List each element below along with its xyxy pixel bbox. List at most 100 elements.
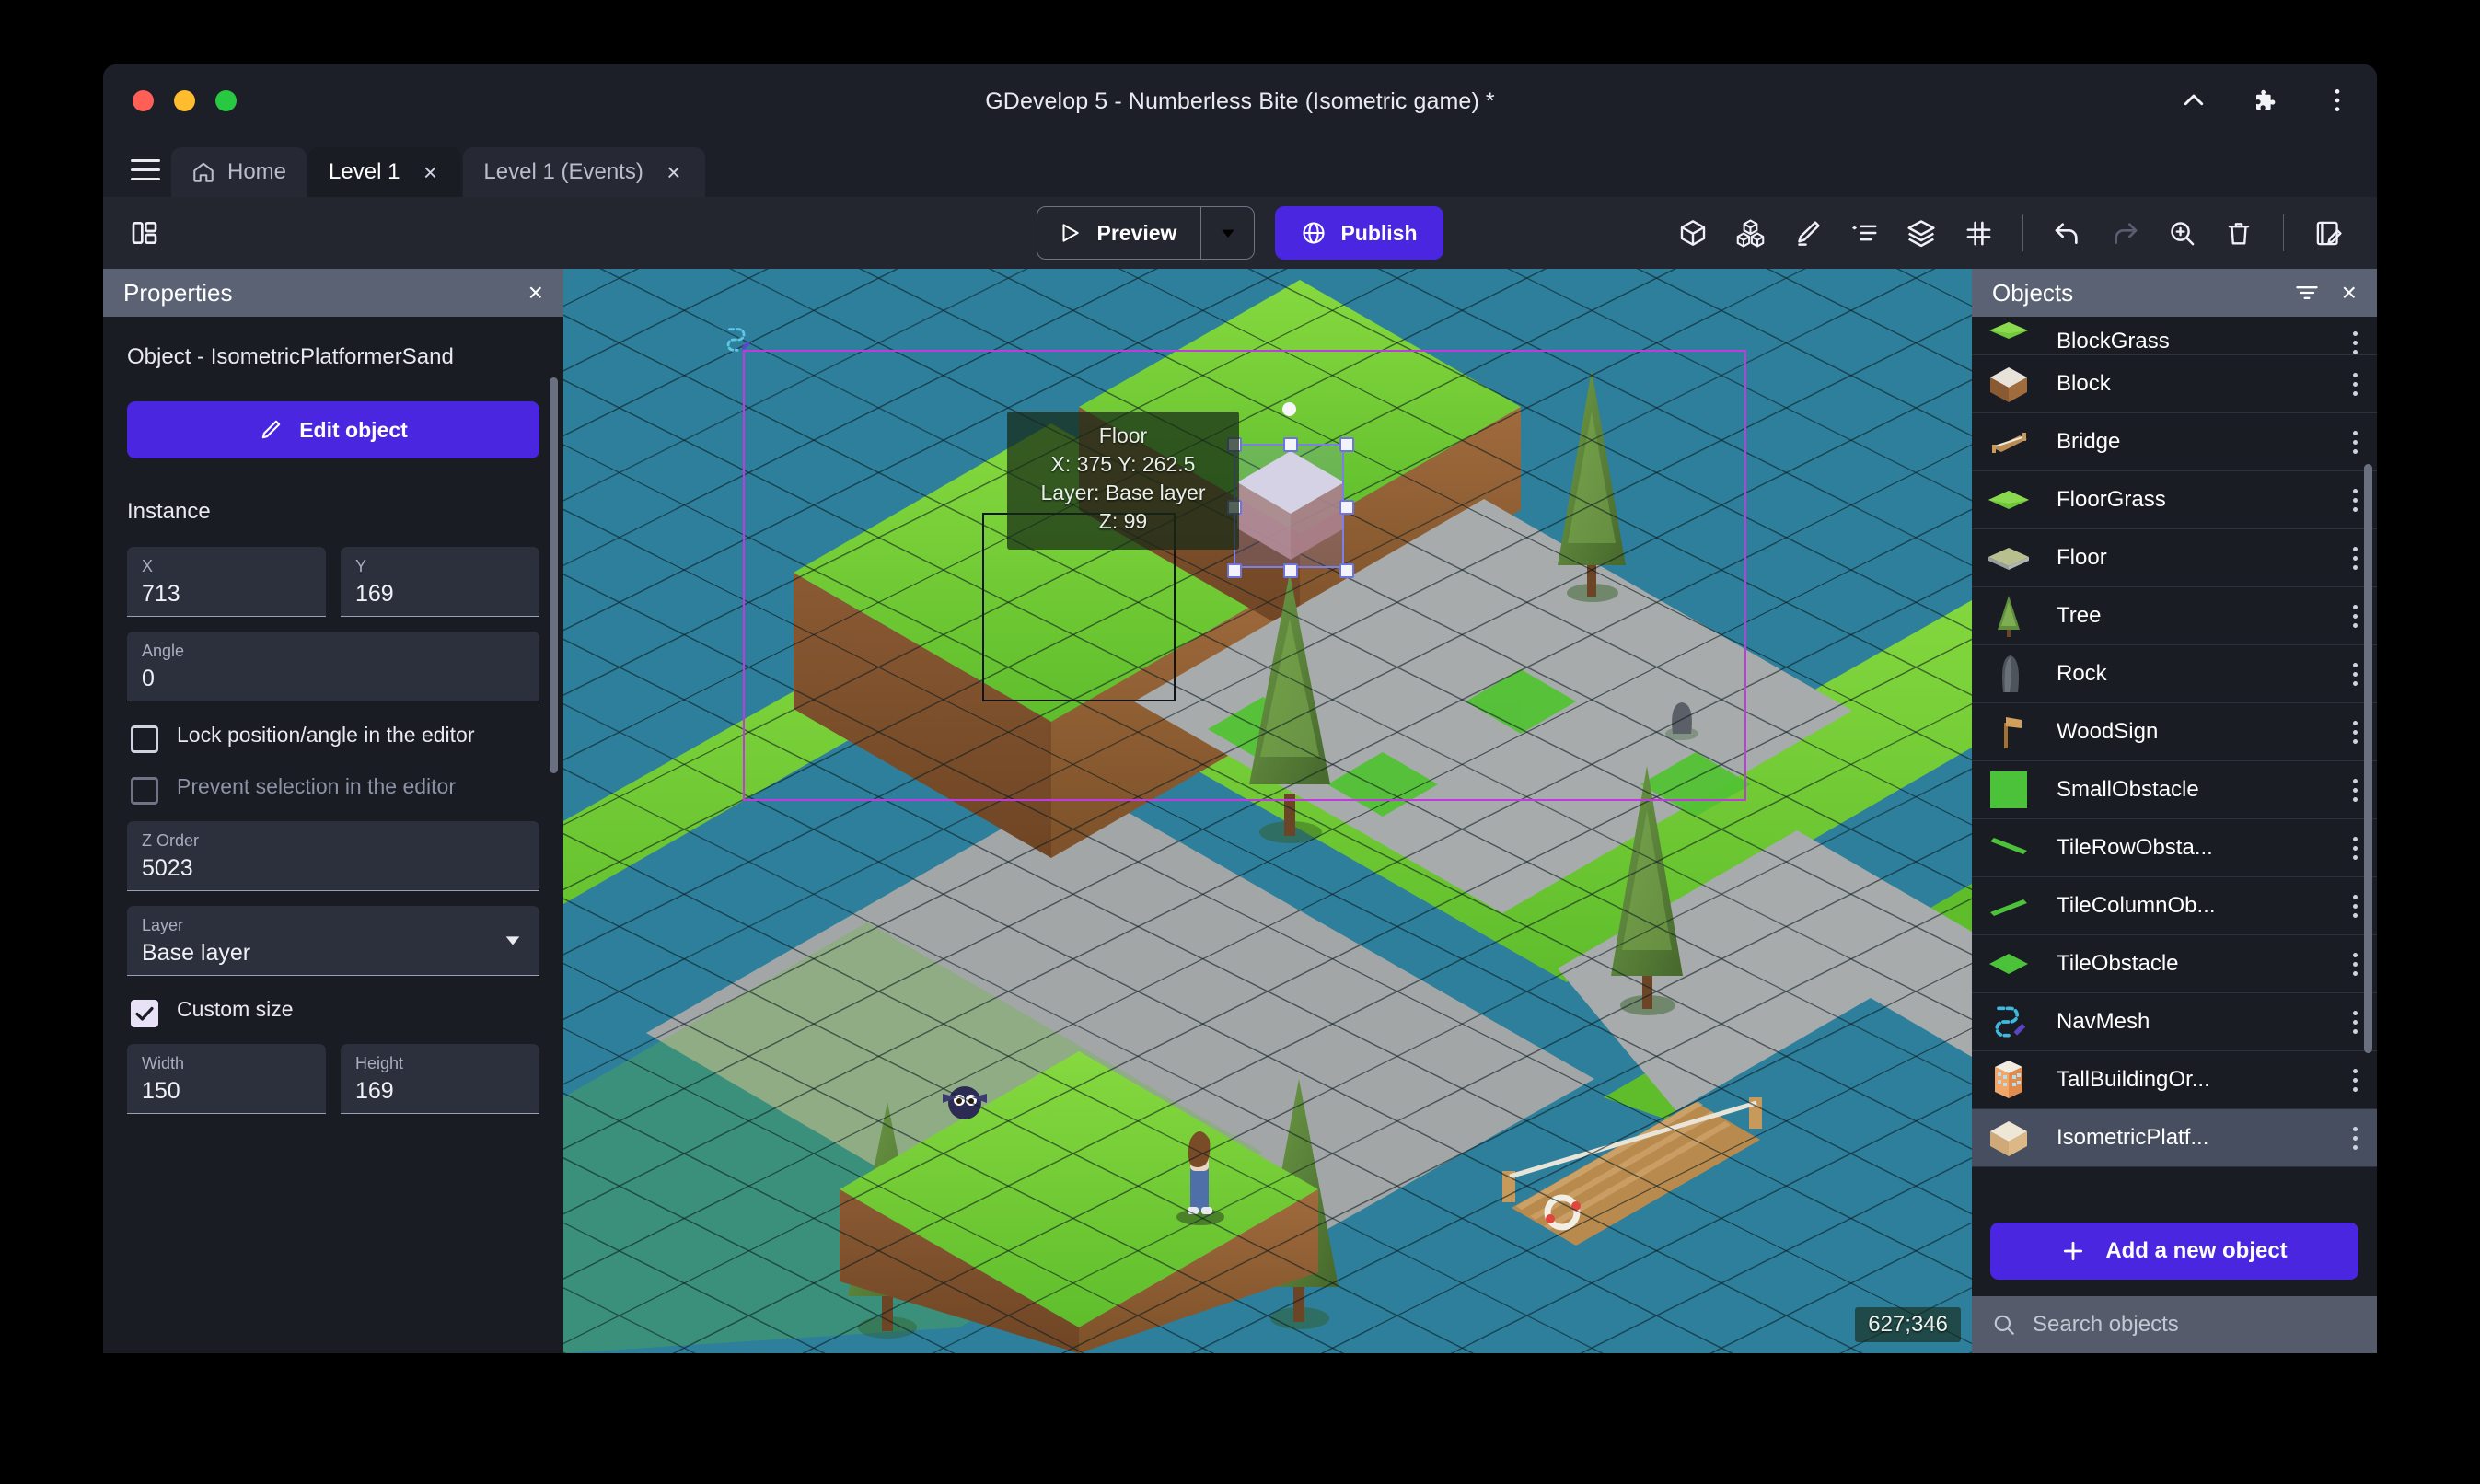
object-name: NavMesh bbox=[2057, 1009, 2150, 1034]
grass-slab-icon bbox=[1985, 476, 2033, 524]
angle-field-label: Angle bbox=[142, 642, 185, 660]
layer-field-value: Base layer bbox=[142, 940, 251, 966]
object-menu-icon[interactable] bbox=[2336, 372, 2373, 396]
objects-group-icon[interactable] bbox=[1725, 208, 1775, 258]
object-row-tilecolumnobstacle[interactable]: TileColumnOb... bbox=[1972, 877, 2377, 935]
custom-size-row[interactable]: Custom size bbox=[131, 996, 539, 1027]
tab-label: Level 1 (Events) bbox=[483, 159, 643, 184]
trash-icon[interactable] bbox=[2214, 208, 2264, 258]
width-field[interactable]: Width 150 bbox=[127, 1044, 326, 1114]
edit-scene-icon[interactable] bbox=[2303, 208, 2353, 258]
object-row-navmesh[interactable]: NavMesh bbox=[1972, 993, 2377, 1051]
y-field[interactable]: Y 169 bbox=[341, 547, 539, 617]
object-cube-icon[interactable] bbox=[1668, 208, 1718, 258]
rotation-handle[interactable] bbox=[1282, 402, 1296, 416]
edit-object-button[interactable]: Edit object bbox=[127, 401, 539, 458]
objects-scrollbar[interactable] bbox=[2364, 464, 2372, 1053]
layers-icon[interactable] bbox=[1896, 208, 1946, 258]
object-row-isometricplatformersand[interactable]: IsometricPlatf... bbox=[1972, 1109, 2377, 1167]
draw-pencil-icon[interactable] bbox=[1782, 208, 1832, 258]
object-name: TileColumnOb... bbox=[2057, 893, 2216, 918]
search-input[interactable]: Search objects bbox=[2033, 1312, 2179, 1338]
resize-handle-ne[interactable] bbox=[1339, 437, 1354, 452]
angle-field[interactable]: Angle 0 bbox=[127, 632, 539, 701]
x-field-label: X bbox=[142, 557, 154, 575]
height-field[interactable]: Height 169 bbox=[341, 1044, 539, 1114]
publish-button[interactable]: Publish bbox=[1275, 206, 1443, 260]
custom-size-checkbox[interactable] bbox=[131, 1000, 158, 1027]
add-new-object-button[interactable]: Add a new object bbox=[1990, 1223, 2358, 1280]
redo-icon[interactable] bbox=[2100, 208, 2150, 258]
object-name: IsometricPlatf... bbox=[2057, 1125, 2209, 1150]
object-row-block[interactable]: Block bbox=[1972, 355, 2377, 413]
selection-box[interactable] bbox=[1227, 437, 1354, 578]
chevron-down-icon[interactable] bbox=[503, 930, 523, 950]
zoom-in-icon[interactable] bbox=[2157, 208, 2207, 258]
green-bar-left-icon bbox=[1985, 882, 2033, 930]
object-menu-icon[interactable] bbox=[2336, 1126, 2373, 1150]
resize-handle-sw[interactable] bbox=[1227, 563, 1242, 578]
height-field-label: Height bbox=[355, 1054, 404, 1072]
grid-icon[interactable] bbox=[1953, 208, 2003, 258]
extensions-puzzle-icon[interactable] bbox=[2250, 85, 2281, 116]
layer-field-label: Layer bbox=[142, 916, 184, 934]
resize-handle-s[interactable] bbox=[1283, 563, 1298, 578]
scene-canvas[interactable]: Floor X: 375 Y: 262.5 Layer: Base layer … bbox=[563, 269, 1972, 1353]
tab-close-icon[interactable]: × bbox=[419, 160, 441, 184]
tab-level-1-events[interactable]: Level 1 (Events) × bbox=[463, 147, 705, 197]
size-fields: Width 150 Height 169 bbox=[127, 1044, 539, 1114]
preview-button[interactable]: Preview bbox=[1037, 207, 1200, 259]
object-row-rock[interactable]: Rock bbox=[1972, 645, 2377, 703]
green-square-icon bbox=[1985, 766, 2033, 814]
lock-position-row[interactable]: Lock position/angle in the editor bbox=[131, 722, 539, 753]
resize-handle-n[interactable] bbox=[1283, 437, 1298, 452]
object-row-tree[interactable]: Tree bbox=[1972, 587, 2377, 645]
objects-search-bar[interactable]: Search objects bbox=[1972, 1296, 2377, 1353]
objects-panel-header: Objects × bbox=[1972, 269, 2377, 317]
objects-close-icon[interactable]: × bbox=[2342, 280, 2357, 306]
tab-level-1[interactable]: Level 1 × bbox=[308, 147, 462, 197]
properties-scrollbar[interactable] bbox=[550, 377, 558, 773]
object-row-tileobstacle[interactable]: TileObstacle bbox=[1972, 935, 2377, 993]
tab-close-icon[interactable]: × bbox=[663, 160, 685, 184]
prevent-selection-row[interactable]: Prevent selection in the editor bbox=[131, 773, 539, 805]
properties-close-icon[interactable]: × bbox=[528, 280, 543, 306]
resize-handle-se[interactable] bbox=[1339, 563, 1354, 578]
object-row-floorgrass[interactable]: FloorGrass bbox=[1972, 471, 2377, 529]
preview-button-group: Preview bbox=[1037, 206, 1256, 260]
object-row-bridge[interactable]: Bridge bbox=[1972, 413, 2377, 471]
instance-section-title: Instance bbox=[127, 499, 211, 524]
titlebar: GDevelop 5 - Numberless Bite (Isometric … bbox=[103, 64, 2377, 140]
object-row-tallbuilding[interactable]: TallBuildingOr... bbox=[1972, 1051, 2377, 1109]
layer-select[interactable]: Layer Base layer bbox=[127, 906, 539, 976]
more-options-icon[interactable] bbox=[2322, 85, 2353, 116]
sand-block-icon bbox=[1985, 1114, 2033, 1162]
object-menu-icon[interactable] bbox=[2336, 331, 2373, 354]
resize-handle-e[interactable] bbox=[1339, 500, 1354, 515]
navmesh-instance-icon[interactable] bbox=[722, 324, 753, 355]
object-menu-icon[interactable] bbox=[2336, 1068, 2373, 1092]
object-row-woodsign[interactable]: WoodSign bbox=[1972, 703, 2377, 761]
object-menu-icon[interactable] bbox=[2336, 430, 2373, 454]
angle-field-row: Angle 0 bbox=[127, 632, 539, 701]
y-field-label: Y bbox=[355, 557, 367, 575]
collapse-chevron-icon[interactable] bbox=[2178, 85, 2209, 116]
dirt-block-icon bbox=[1985, 360, 2033, 408]
main-menu-hamburger-icon[interactable] bbox=[120, 144, 171, 195]
wood-sign-icon bbox=[1985, 708, 2033, 756]
tab-home[interactable]: Home bbox=[171, 147, 307, 197]
object-row-smallobstacle[interactable]: SmallObstacle bbox=[1972, 761, 2377, 819]
instances-list-icon[interactable] bbox=[1839, 208, 1889, 258]
layer-field-row: Layer Base layer bbox=[127, 906, 539, 976]
x-field[interactable]: X 713 bbox=[127, 547, 326, 617]
object-row-tilerowobstacle[interactable]: TileRowObsta... bbox=[1972, 819, 2377, 877]
z-order-field[interactable]: Z Order 5023 bbox=[127, 821, 539, 891]
undo-icon[interactable] bbox=[2043, 208, 2092, 258]
lock-position-checkbox[interactable] bbox=[131, 725, 158, 753]
preview-dropdown-caret-icon[interactable] bbox=[1200, 207, 1254, 259]
object-row-floor[interactable]: Floor bbox=[1972, 529, 2377, 587]
object-row-blockgrass[interactable]: BlockGrass bbox=[1972, 317, 2377, 355]
window-title: GDevelop 5 - Numberless Bite (Isometric … bbox=[985, 88, 1495, 114]
prevent-selection-checkbox[interactable] bbox=[131, 777, 158, 805]
filter-icon[interactable] bbox=[2294, 280, 2320, 306]
